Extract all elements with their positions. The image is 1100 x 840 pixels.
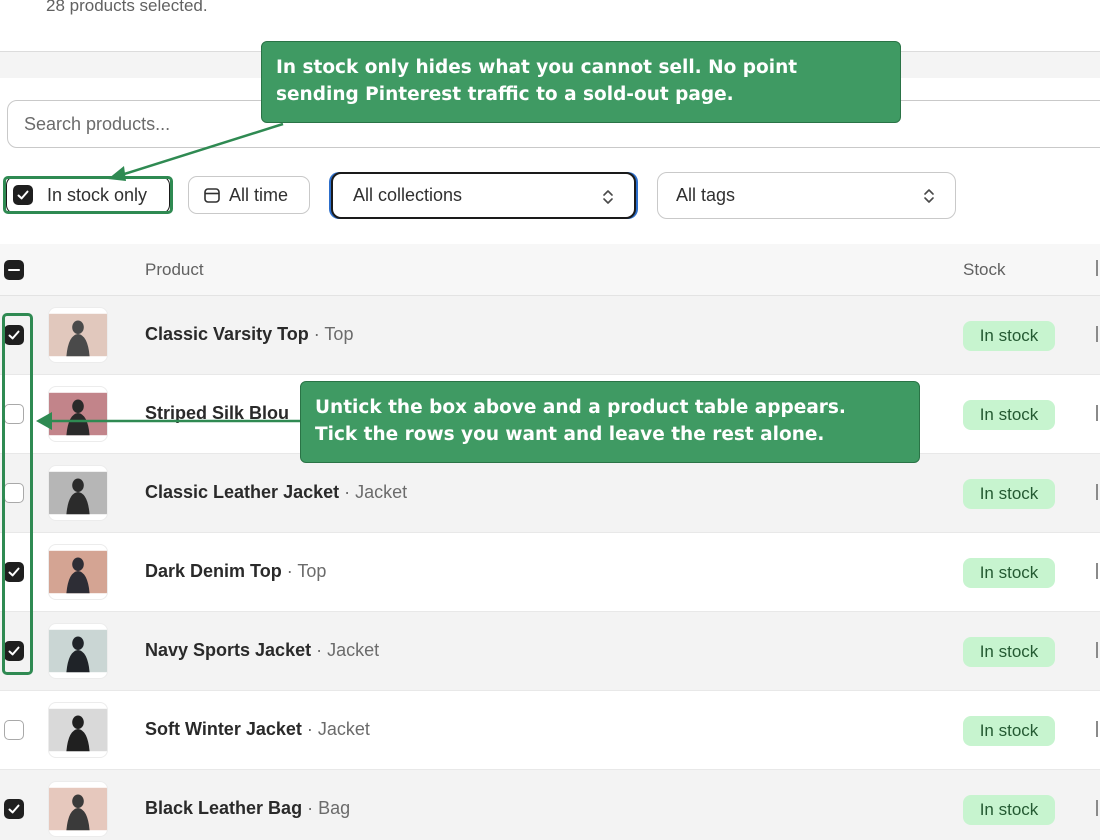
truncated-column-cell xyxy=(1096,326,1100,342)
select-all-checkbox[interactable] xyxy=(4,260,24,280)
truncated-column-cell xyxy=(1096,563,1100,579)
annotation-text-line: sending Pinterest traffic to a sold-out … xyxy=(276,84,734,105)
product-thumbnail xyxy=(48,307,108,363)
table-row[interactable]: Dark Denim Top · Top In stock xyxy=(0,533,1100,612)
checkmark-icon xyxy=(8,804,20,814)
product-name: Classic Varsity Top · Top xyxy=(145,324,353,345)
product-title: Black Leather Bag xyxy=(145,798,303,818)
date-range-button[interactable]: All time xyxy=(188,176,310,214)
product-type: · Jacket xyxy=(344,482,408,502)
product-type: · Top xyxy=(313,324,354,344)
stock-badge: In stock xyxy=(963,795,1055,825)
product-type: · Top xyxy=(286,561,327,581)
table-row[interactable]: Soft Winter Jacket · Jacket In stock xyxy=(0,691,1100,770)
table-header: Product Stock xyxy=(0,244,1100,296)
date-range-label: All time xyxy=(229,184,289,205)
collections-select-value: All collections xyxy=(353,185,463,205)
product-title: Dark Denim Top xyxy=(145,561,282,581)
calendar-icon xyxy=(204,188,220,203)
select-arrows-icon xyxy=(924,189,934,203)
truncated-column-cell xyxy=(1096,484,1100,500)
annotation-text-line: Untick the box above and a product table… xyxy=(315,397,846,418)
product-title: Classic Leather Jacket xyxy=(145,482,340,502)
stock-badge: In stock xyxy=(963,479,1055,509)
product-thumbnail xyxy=(48,386,108,442)
truncated-column-cell xyxy=(1096,800,1100,816)
annotation-callout-in-stock: In stock only hides what you cannot sell… xyxy=(261,41,901,123)
table-row[interactable]: Classic Leather Jacket · Jacket In stock xyxy=(0,454,1100,533)
annotation-callout-table: Untick the box above and a product table… xyxy=(300,381,920,463)
product-title: Classic Varsity Top xyxy=(145,324,309,344)
product-name: Dark Denim Top · Top xyxy=(145,561,326,582)
product-title: Soft Winter Jacket xyxy=(145,719,302,739)
stock-badge: In stock xyxy=(963,716,1055,746)
truncated-column-cell xyxy=(1096,721,1100,737)
product-thumbnail xyxy=(48,465,108,521)
product-type: · Bag xyxy=(307,798,351,818)
product-type: · Jacket xyxy=(306,719,370,739)
row-checkbox[interactable] xyxy=(4,799,24,819)
column-header-truncated xyxy=(1096,260,1098,276)
table-row[interactable]: Black Leather Bag · Bag In stock xyxy=(0,770,1100,840)
highlight-in-stock-filter xyxy=(3,176,173,214)
stock-badge: In stock xyxy=(963,321,1055,351)
tags-select[interactable]: All tags xyxy=(657,172,956,219)
collections-select[interactable]: All collections xyxy=(331,172,636,219)
product-title: Striped Silk Blou xyxy=(145,403,290,423)
product-thumbnail xyxy=(48,702,108,758)
product-thumbnail xyxy=(48,623,108,679)
product-name: Black Leather Bag · Bag xyxy=(145,798,350,819)
truncated-column-cell xyxy=(1096,405,1100,421)
product-title: Navy Sports Jacket xyxy=(145,640,312,660)
product-type: · Jacket xyxy=(316,640,380,660)
selected-count-text: 28 products selected. xyxy=(46,0,208,15)
column-header-product: Product xyxy=(145,260,204,279)
column-header-stock: Stock xyxy=(963,260,1006,279)
stock-badge: In stock xyxy=(963,400,1055,430)
select-arrows-icon xyxy=(603,190,613,204)
table-row[interactable]: Navy Sports Jacket · Jacket In stock xyxy=(0,612,1100,691)
product-thumbnail xyxy=(48,544,108,600)
table-row[interactable]: Classic Varsity Top · Top In stock xyxy=(0,296,1100,375)
product-thumbnail xyxy=(48,781,108,837)
stock-badge: In stock xyxy=(963,637,1055,667)
product-name: Navy Sports Jacket · Jacket xyxy=(145,640,379,661)
annotation-text-line: Tick the rows you want and leave the res… xyxy=(315,424,825,445)
stock-badge: In stock xyxy=(963,558,1055,588)
product-name: Soft Winter Jacket · Jacket xyxy=(145,719,370,740)
row-checkbox[interactable] xyxy=(4,720,24,740)
highlight-checkbox-column xyxy=(2,313,33,675)
product-name: Striped Silk Blou xyxy=(145,403,289,424)
annotation-text-line: In stock only hides what you cannot sell… xyxy=(276,57,798,78)
tags-select-value: All tags xyxy=(676,185,736,205)
truncated-column-cell xyxy=(1096,642,1100,658)
product-name: Classic Leather Jacket · Jacket xyxy=(145,482,407,503)
